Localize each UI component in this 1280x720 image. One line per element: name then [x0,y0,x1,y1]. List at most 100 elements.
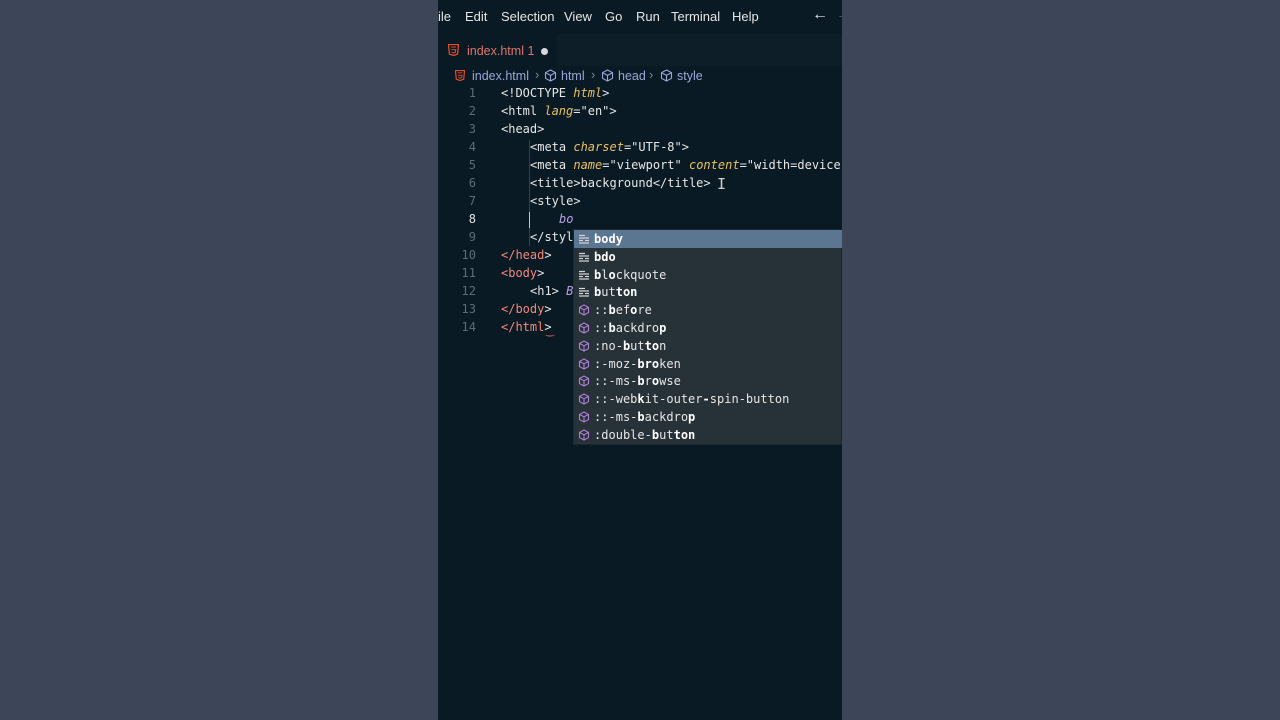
line-number: 5 [468,158,476,172]
forward-arrow-icon[interactable]: → [836,6,842,24]
html5-icon [455,70,465,81]
menu-view[interactable]: View [564,9,592,24]
suggestion-label: ::-ms-backdrop [594,410,696,424]
element-icon [601,69,614,82]
code-text: <style> [530,194,581,208]
code-text: </body> [501,302,552,316]
cube-icon [578,429,590,441]
menu-terminal[interactable]: Terminal [671,9,720,24]
suggestion-label: bdo [594,249,616,264]
suggestion-label: ::-webkit-outer-spin-button [594,392,790,407]
left-backdrop [0,0,438,720]
code-line[interactable]: 6 <title>background</title> [438,176,842,194]
chevron-right-icon: › [649,67,654,82]
suggestion-item[interactable]: ::-ms-backdrop [574,408,842,426]
suggestion-widget: bodybdoblockquotebutton::before::backdro… [573,229,842,445]
keyword-icon [579,270,589,280]
code-line[interactable]: 4 <meta charset="UTF-8"> [438,140,842,158]
suggestion-item[interactable]: bdo [574,248,842,266]
suggestion-label: :-moz-broken [594,356,681,371]
element-icon [660,69,673,82]
cube-icon [578,393,590,405]
line-number: 8 [468,212,476,226]
cube-icon [578,357,590,370]
breadcrumb: index.html › html › head › style [438,66,842,88]
menu-edit[interactable]: Edit [465,9,487,24]
suggestion-label: blockquote [594,267,667,282]
suggestion-item[interactable]: button [574,283,842,301]
menu-go[interactable]: Go [605,9,622,24]
suggestion-item[interactable]: ::before [574,301,842,319]
indent-guide [529,140,530,246]
code-text: </head> [501,248,552,262]
cube-icon [578,411,590,423]
suggestion-label: ::backdrop [594,321,667,335]
ibeam-cursor-icon: I [717,175,727,193]
suggestion-item[interactable]: ::-webkit-outer-spin-button [574,390,842,408]
breadcrumb-head[interactable]: head [618,69,646,83]
line-number: 11 [461,266,476,280]
html5-icon [448,44,459,56]
line-number: 1 [468,86,476,100]
suggestion-item[interactable]: :double-button [574,426,842,444]
tab-bar: index.html 1 [438,34,842,67]
cube-icon [578,375,590,388]
code-text: <title>background</title> [530,176,711,190]
vscode-window: ile Edit Selection View Go Run Terminal … [438,0,842,720]
error-squiggle: ‿ [546,326,555,337]
text-cursor [529,212,530,228]
code-text: <meta charset="UTF-8"> [530,140,689,154]
suggestion-item[interactable]: ::-ms-browse [574,372,842,390]
right-backdrop [842,0,1280,720]
menu-run[interactable]: Run [636,9,660,24]
chevron-right-icon: › [591,67,596,82]
menu-selection[interactable]: Selection [501,9,554,24]
menu-help[interactable]: Help [732,9,759,24]
breadcrumb-style[interactable]: style [677,69,703,83]
keyword-icon [579,234,589,244]
suggestion-item[interactable]: blockquote [574,266,842,284]
suggestion-label: body [594,232,623,246]
unsaved-dot-icon[interactable] [541,48,548,55]
code-text: <body> [501,266,545,280]
back-arrow-icon[interactable]: ← [812,6,828,24]
keyword-icon [579,252,589,262]
keyword-icon [579,288,589,297]
code-line[interactable]: 2 <html lang="en"> [438,104,842,122]
suggestion-label: ::-ms-browse [594,374,681,389]
tab-index-html[interactable]: index.html 1 [438,34,557,67]
cube-icon [578,322,590,334]
tab-label: index.html 1 [467,44,535,58]
suggestion-item[interactable]: body [574,230,842,248]
code-text: <meta name="viewport" content="width=dev… [530,158,842,172]
line-number: 14 [461,320,476,334]
code-line[interactable]: 8 bo [438,212,842,230]
code-line[interactable]: 5 <meta name="viewport" content="width=de… [438,158,842,176]
code-text: <!DOCTYPE html> [501,86,610,100]
code-line[interactable]: 3 <head> [438,122,842,140]
suggestion-label: :no-button [594,338,667,353]
code-line[interactable]: 7 <style> [438,194,842,212]
code-text: <html lang="en"> [501,104,617,118]
suggestion-item[interactable]: ::backdrop [574,319,842,337]
suggestion-label: ::before [594,303,652,318]
code-line[interactable]: 1 <!DOCTYPE html> [438,86,842,104]
line-number: 13 [461,302,476,316]
code-text: bo [559,212,574,226]
suggestion-item[interactable]: :-moz-broken [574,355,842,373]
line-number: 2 [468,104,476,118]
cube-icon [578,304,590,316]
code-text: </styl [530,230,574,244]
suggestion-item[interactable]: :no-button [574,337,842,355]
breadcrumb-file[interactable]: index.html [472,69,529,83]
line-number: 12 [461,284,476,298]
line-number: 9 [468,230,476,244]
suggestion-label: button [594,285,638,300]
line-number: 10 [461,248,476,262]
menu-file[interactable]: ile [438,9,451,24]
breadcrumb-html[interactable]: html [561,69,585,83]
code-text: </html> [501,320,552,334]
line-number: 3 [468,122,476,136]
line-number: 7 [468,194,476,208]
code-text: <head> [501,122,545,136]
